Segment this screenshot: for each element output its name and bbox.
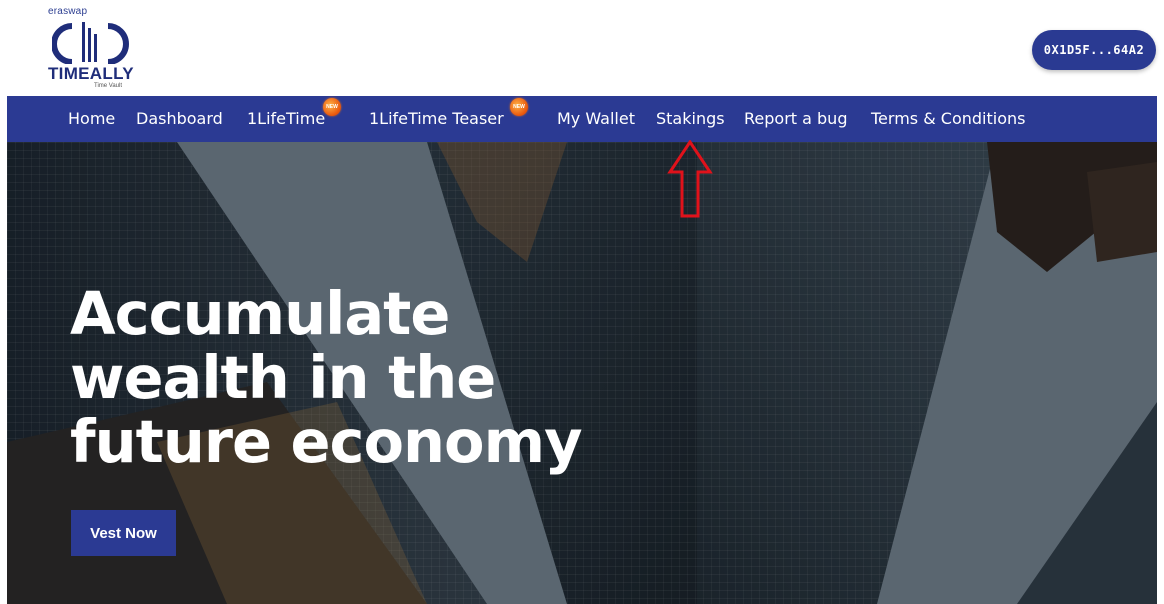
annotation-arrow-up-icon: [667, 140, 713, 218]
new-badge-icon: NEW: [323, 98, 341, 116]
vest-now-button[interactable]: Vest Now: [71, 510, 176, 556]
nav-item-1lifetime[interactable]: 1LifeTime: [247, 109, 325, 128]
hero-title: Accumulate wealth in the future economy: [70, 279, 583, 476]
eraswap-wordmark-b: swap: [63, 6, 88, 17]
header: eraswap TIMEALLY Time Vault 0X1D5F...64A…: [0, 0, 1164, 96]
hero-title-line: future economy: [70, 407, 583, 476]
main-nav: Home Dashboard 1LifeTime NEW 1LifeTime T…: [7, 96, 1157, 142]
eraswap-wordmark-a: era: [48, 6, 64, 17]
new-badge-icon: NEW: [510, 98, 528, 116]
hero-title-line: Accumulate: [70, 279, 450, 348]
logo-wordmark: TIMEALLY: [48, 64, 134, 83]
nav-item-home[interactable]: Home: [68, 109, 115, 128]
eraswap-wordmark: eraswap: [48, 6, 87, 17]
nav-item-dashboard[interactable]: Dashboard: [136, 109, 223, 128]
nav-item-1lifetime-teaser[interactable]: 1LifeTime Teaser: [369, 109, 504, 128]
hero-banner: Accumulate wealth in the future economy …: [7, 142, 1157, 604]
nav-item-report-bug[interactable]: Report a bug: [744, 109, 847, 128]
hero-title-line: wealth in the: [70, 343, 496, 412]
timeally-logo-icon: [52, 22, 129, 64]
timeally-logo[interactable]: eraswap TIMEALLY Time Vault: [42, 6, 152, 94]
nav-item-stakings[interactable]: Stakings: [656, 109, 725, 128]
logo-tagline: Time Vault: [94, 83, 123, 89]
nav-item-terms[interactable]: Terms & Conditions: [871, 109, 1025, 128]
wallet-address-button[interactable]: 0X1D5F...64A2: [1032, 30, 1156, 70]
nav-item-my-wallet[interactable]: My Wallet: [557, 109, 635, 128]
